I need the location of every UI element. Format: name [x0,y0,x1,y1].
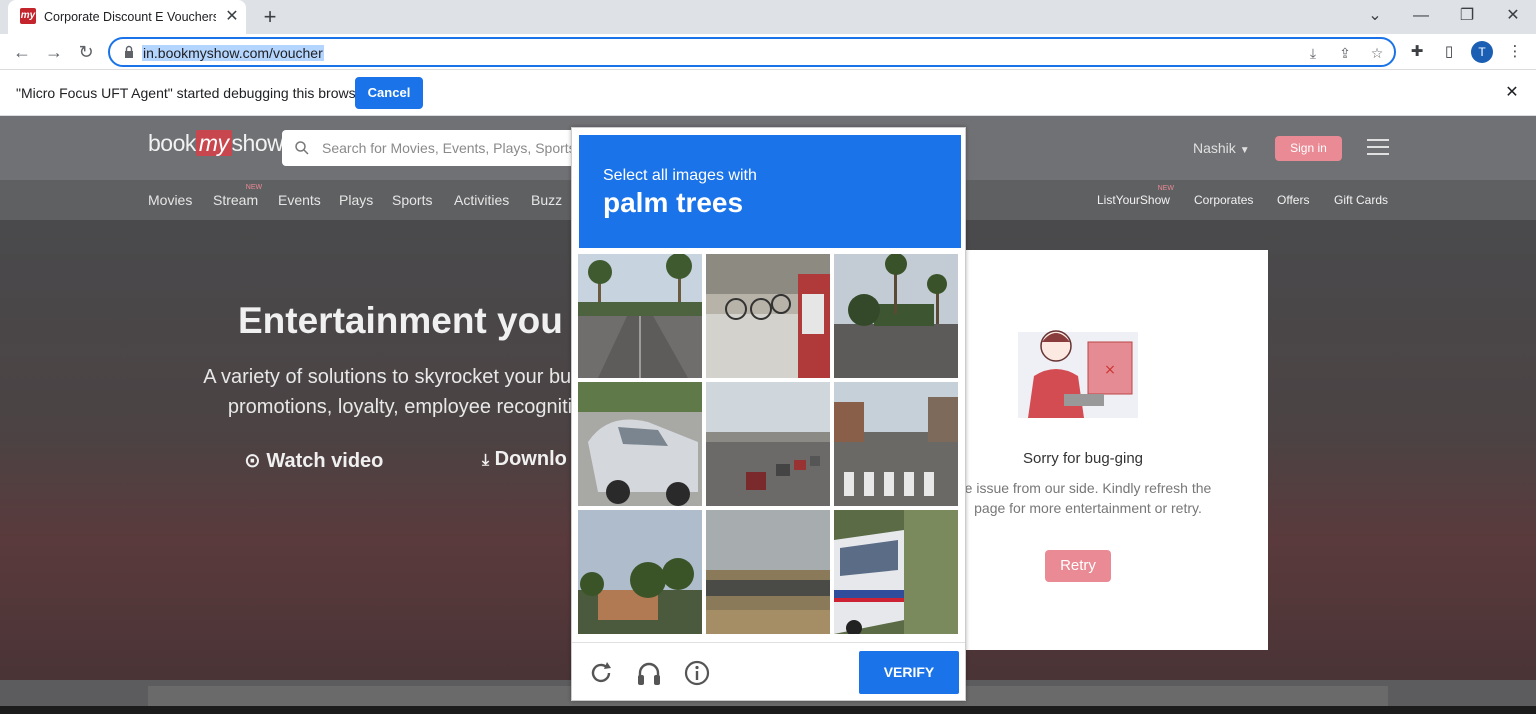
captcha-tile[interactable] [706,382,830,506]
debug-infobar: "Micro Focus UFT Agent" started debuggin… [0,71,1536,116]
error-title: Sorry for bug-ging [1022,450,1144,467]
svg-text:×: × [1104,362,1116,378]
tab-title: Corporate Discount E Vouchers | [44,10,216,24]
city-name: Nashik [1193,140,1236,156]
bookmark-star-icon[interactable]: ☆ [1367,43,1387,63]
retry-button[interactable]: Retry [1045,550,1111,582]
url-text[interactable]: in.bookmyshow.com/voucher [142,45,324,61]
nav-listyourshow[interactable]: ListYourShow NEW [1097,185,1174,207]
captcha-tile[interactable] [578,254,702,378]
extensions-icon[interactable]: ✚ [1407,42,1427,62]
tab-search-icon[interactable]: ⌄ [1360,4,1390,28]
profile-avatar[interactable]: T [1471,41,1493,63]
play-circle-icon: ⊙ [244,450,261,472]
watch-video-button[interactable]: ⊙ Watch video [244,448,383,473]
nav-stream[interactable]: Stream NEW [213,184,262,208]
nav-movies[interactable]: Movies [148,192,192,208]
restore-icon[interactable]: ❐ [1452,4,1482,28]
bookmyshow-logo[interactable]: book my show [148,130,284,157]
nav-listyourshow-label: ListYourShow [1097,193,1170,207]
captcha-tile[interactable] [706,254,830,378]
captcha-tile[interactable] [578,382,702,506]
search-icon [295,141,309,155]
error-message-line2: page for more entertainment or retry. [974,500,1202,516]
captcha-tile[interactable] [834,254,958,378]
install-icon[interactable]: ⤓ [1303,43,1323,63]
new-badge: NEW [1157,185,1174,192]
download-button[interactable]: ⤓ Downlo [482,448,567,471]
infobar-close-icon[interactable]: ✕ [1502,83,1522,103]
tab-close-icon[interactable]: ✕ [223,8,241,26]
nav-gift-cards[interactable]: Gift Cards [1334,193,1388,207]
site-search-input[interactable]: Search for Movies, Events, Plays, Sports [282,130,582,166]
logo-show: show [231,130,284,156]
forward-icon[interactable]: → [42,40,66,64]
logo-book: book [148,130,196,156]
captcha-tile[interactable] [706,510,830,634]
recaptcha-challenge: Select all images with palm trees VERIFY [571,127,966,701]
nav-events[interactable]: Events [278,192,321,208]
captcha-tile[interactable] [834,382,958,506]
window-close-icon[interactable]: ✕ [1498,4,1528,28]
nav-activities[interactable]: Activities [454,192,509,208]
bookmyshow-favicon-icon: my [20,8,36,24]
watch-video-label: Watch video [266,450,384,472]
captcha-tile[interactable] [834,510,958,634]
os-taskbar [0,706,1536,714]
menu-kebab-icon[interactable]: ⋮ [1505,42,1525,62]
error-message-line1: e issue from our side. Kindly refresh th… [964,480,1212,496]
download-label: Downlo [494,448,567,470]
nav-sports[interactable]: Sports [392,192,432,208]
error-message: e issue from our side. Kindly refresh th… [958,478,1218,518]
nav-plays[interactable]: Plays [339,192,373,208]
lock-icon [125,45,133,58]
address-bar[interactable]: in.bookmyshow.com/voucher ⤓ ⇪ ☆ [108,37,1396,67]
hamburger-menu-icon[interactable] [1367,139,1389,155]
audio-challenge-icon[interactable] [635,659,663,687]
captcha-tile[interactable] [578,510,702,634]
city-selector[interactable]: Nashik ▼ [1193,140,1250,156]
new-badge: NEW [245,184,263,191]
error-card: × Sorry for bug-ging e issue from our si… [958,250,1268,650]
nav-corporates[interactable]: Corporates [1194,193,1253,207]
search-placeholder: Search for Movies, Events, Plays, Sports [322,140,576,156]
tab-strip: my Corporate Discount E Vouchers | ✕ + ⌄… [0,0,1536,34]
browser-tab[interactable]: my Corporate Discount E Vouchers | ✕ [8,0,246,34]
reload-challenge-icon[interactable] [587,659,615,687]
captcha-prompt: Select all images with [603,167,757,184]
browser-toolbar: ← → ↻ in.bookmyshow.com/voucher ⤓ ⇪ ☆ ✚ … [0,34,1536,70]
side-panel-icon[interactable]: ▯ [1439,42,1459,62]
info-icon[interactable] [683,659,711,687]
logo-my: my [195,130,232,156]
share-icon[interactable]: ⇪ [1335,43,1355,63]
chevron-down-icon: ▼ [1239,145,1250,156]
hero-title: Entertainment you ca [238,300,615,341]
minimize-icon[interactable]: — [1406,4,1436,28]
captcha-footer: VERIFY [572,642,965,702]
download-icon: ⤓ [482,452,490,469]
verify-button[interactable]: VERIFY [859,651,959,694]
nav-stream-label: Stream [213,192,259,208]
new-tab-icon[interactable]: + [258,5,282,29]
reload-icon[interactable]: ↻ [74,40,98,64]
nav-offers[interactable]: Offers [1277,193,1309,207]
signin-button[interactable]: Sign in [1275,136,1342,161]
infobar-cancel-button[interactable]: Cancel [355,77,423,109]
captcha-target: palm trees [603,187,744,218]
infobar-message: "Micro Focus UFT Agent" started debuggin… [16,85,369,101]
bug-illustration-icon: × [1018,330,1138,418]
back-icon[interactable]: ← [10,40,34,64]
nav-buzz[interactable]: Buzz [531,192,562,208]
captcha-header: Select all images with palm trees [579,135,961,248]
